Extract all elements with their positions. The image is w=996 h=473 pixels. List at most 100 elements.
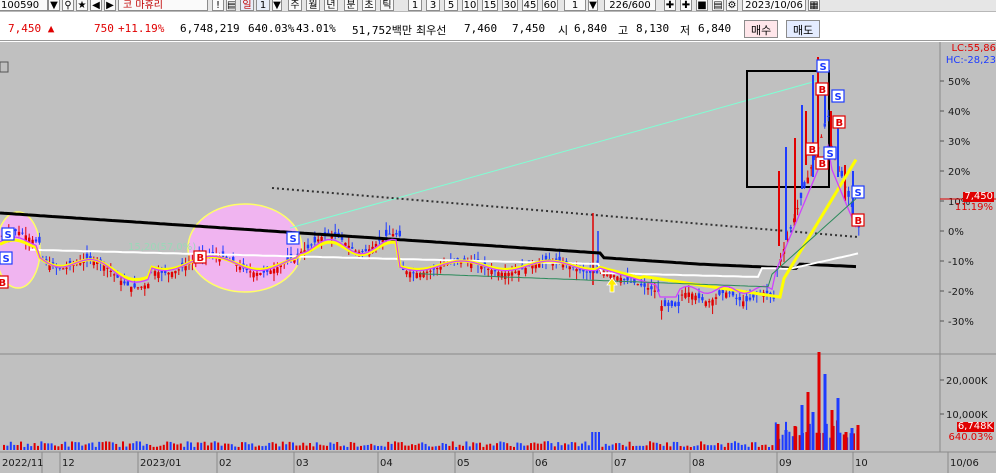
volume-bar: [336, 442, 339, 450]
trade-amount: 51,752백만: [352, 24, 412, 37]
volume-bar-spike: [776, 424, 780, 450]
chart-icon[interactable]: ▤: [226, 0, 236, 11]
minute-15-button[interactable]: 15: [482, 0, 498, 11]
minute-60-button[interactable]: 60: [542, 0, 558, 11]
volume-bar: [839, 432, 842, 450]
signal-letter: S: [5, 230, 12, 241]
bar-count-field[interactable]: 226/600: [604, 0, 656, 11]
candle-body: [718, 290, 721, 295]
volume-bar: [20, 441, 22, 450]
candle-body: [487, 268, 490, 270]
candle-body: [799, 192, 803, 198]
minute-30-button[interactable]: 30: [502, 0, 518, 11]
minute-10-button[interactable]: 10: [462, 0, 478, 11]
alert-icon[interactable]: !: [212, 0, 224, 11]
period-month-button[interactable]: 월: [306, 0, 320, 11]
volume-bar: [557, 442, 560, 450]
volume-pct-badge: 640.03%: [948, 432, 994, 443]
dropdown-arrow-icon[interactable]: ▼: [48, 0, 60, 11]
count-arrow-icon[interactable]: ▼: [588, 0, 598, 11]
period-day-button[interactable]: 일: [240, 0, 254, 11]
volume-bar: [387, 441, 390, 450]
volume-bar: [730, 442, 733, 450]
count-field[interactable]: 1: [564, 0, 586, 11]
volume-bar: [533, 442, 536, 450]
print-icon[interactable]: ▤: [712, 0, 724, 11]
volume-bar: [404, 445, 407, 450]
save-icon[interactable]: ■: [696, 0, 708, 11]
volume-bar: [241, 442, 243, 450]
buy-button[interactable]: 매수: [744, 20, 779, 38]
volume-bar: [686, 445, 689, 450]
period-minute-button[interactable]: 분: [344, 0, 358, 11]
volume-bar: [564, 443, 566, 450]
gear-icon[interactable]: ⚙: [726, 0, 738, 11]
stock-code-input[interactable]: 100590: [0, 0, 48, 11]
date-field[interactable]: 2023/10/06: [742, 0, 806, 11]
candle-body: [317, 239, 320, 242]
volume-bar: [224, 443, 226, 450]
volume-bar: [118, 446, 121, 450]
calendar-icon[interactable]: ▦: [808, 0, 820, 11]
y-tick-label: 20%: [948, 167, 970, 178]
candle-body: [643, 283, 646, 287]
candle-body: [745, 296, 748, 302]
candle-body: [361, 251, 364, 253]
period-count-arrow-icon[interactable]: ▼: [272, 0, 282, 11]
period-tick-button[interactable]: 틱: [380, 0, 394, 11]
candle-body: [680, 294, 684, 296]
minute-45-button[interactable]: 45: [522, 0, 538, 11]
period-year-button[interactable]: 년: [324, 0, 338, 11]
period-second-button[interactable]: 초: [362, 0, 376, 11]
chart-panel[interactable]: 50% 40% 30% 20% 10% 0% -10% -20% -30% 20,000K 10,0…: [0, 42, 996, 473]
buy-signal-marker: B: [832, 115, 846, 129]
minute-3-button[interactable]: 3: [426, 0, 440, 11]
favorite-icon[interactable]: ★: [76, 0, 88, 11]
volume-bar: [448, 445, 451, 450]
volume-bar: [254, 446, 257, 450]
move-icon[interactable]: ✚: [664, 0, 676, 11]
candle-body: [238, 266, 242, 270]
next-icon[interactable]: ▶: [104, 0, 116, 11]
period-count-field[interactable]: 1: [256, 0, 270, 11]
volume-bar: [176, 444, 179, 450]
volume-bar: [122, 441, 124, 450]
stock-name-field[interactable]: 코 마휴리: [118, 0, 208, 11]
search-icon[interactable]: ⚲: [62, 0, 74, 11]
prev-icon[interactable]: ◀: [90, 0, 102, 11]
volume-bar: [251, 443, 254, 450]
volume-bar-spike: [817, 352, 821, 450]
volume-bar: [628, 441, 631, 450]
candle-body: [170, 272, 174, 278]
volume-bar: [598, 432, 600, 450]
candle-body: [391, 234, 395, 237]
volume-bar: [523, 445, 526, 450]
volume-bar: [747, 446, 750, 450]
candle-body: [14, 229, 17, 232]
volume-bar: [84, 444, 87, 450]
volume-bar: [567, 444, 570, 450]
candle-body: [147, 283, 150, 289]
volume-bar: [60, 444, 63, 450]
volume-bar: [642, 445, 645, 450]
period-week-button[interactable]: 주: [288, 0, 302, 11]
volume-bar: [329, 442, 332, 450]
candle-body: [408, 272, 412, 278]
sell-button[interactable]: 매도: [786, 20, 821, 38]
minute-1-button[interactable]: 1: [408, 0, 422, 11]
volume-bar: [560, 445, 563, 450]
candle-body: [748, 297, 752, 300]
sell-signal-marker: S: [286, 231, 300, 245]
candle-body: [504, 272, 507, 279]
price-chart[interactable]: 50%40%30%20%10%0%-10%-20%-30%20,000K10,0…: [0, 42, 996, 473]
x-axis-label: 10/06: [950, 458, 979, 469]
volume-bar: [458, 444, 461, 450]
minute-5-button[interactable]: 5: [444, 0, 458, 11]
candle-body: [653, 290, 656, 292]
volume-bar: [798, 435, 801, 450]
toolbar: 100590 ▼ ⚲ ★ ◀ ▶ 코 마휴리 ! ▤ 일 1 ▼ 주 월 년 분…: [0, 0, 996, 12]
sell-signal-marker: S: [1, 227, 15, 241]
zoom-icon[interactable]: ✚: [680, 0, 692, 11]
volume-bar: [611, 444, 614, 450]
volume-bar: [676, 441, 679, 450]
